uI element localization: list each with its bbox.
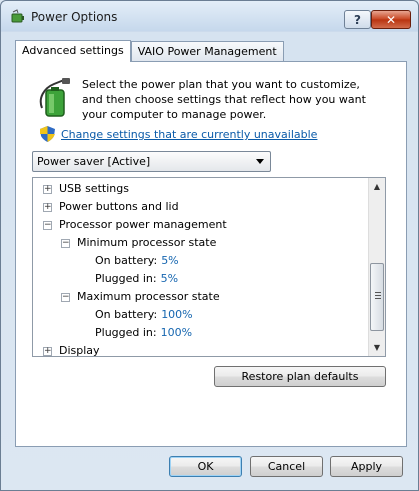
setting-value[interactable]: 5% — [161, 254, 178, 267]
tree-item-max-plugged-in[interactable]: Plugged in: 100% — [95, 324, 192, 342]
grip-icon — [375, 292, 381, 293]
change-settings-link[interactable]: Change settings that are currently unava… — [61, 128, 317, 141]
scroll-up-arrow-icon[interactable]: ▲ — [369, 178, 385, 195]
title-bar[interactable]: Power Options ? ✕ — [1, 1, 418, 31]
tree-item-label: Power buttons and lid — [59, 200, 179, 213]
advanced-settings-panel: Select the power plan that you want to c… — [15, 61, 407, 447]
tree-item-label: Maximum processor state — [77, 290, 220, 303]
tree-item-label: Display — [59, 344, 100, 357]
tree-item-label: Processor power management — [59, 218, 227, 231]
power-options-window: Power Options ? ✕ Advanced settings VAIO… — [0, 0, 419, 491]
tree-item-label: Minimum processor state — [77, 236, 217, 249]
power-options-icon — [11, 9, 24, 23]
collapse-icon[interactable]: − — [61, 239, 70, 248]
tree-item-min-plugged-in[interactable]: Plugged in: 5% — [95, 270, 178, 288]
battery-plug-icon — [39, 78, 70, 117]
tab-strip: Advanced settings VAIO Power Management — [15, 40, 284, 62]
tree-item-max-on-battery[interactable]: On battery: 100% — [95, 306, 193, 324]
setting-value[interactable]: 5% — [161, 272, 178, 285]
help-button[interactable]: ? — [344, 10, 371, 29]
tree-item-min-on-battery[interactable]: On battery: 5% — [95, 252, 179, 270]
chevron-down-icon — [256, 159, 264, 164]
close-button[interactable]: ✕ — [371, 10, 411, 29]
tab-advanced-settings[interactable]: Advanced settings — [15, 40, 131, 62]
cancel-button[interactable]: Cancel — [250, 456, 323, 477]
uac-shield-icon — [40, 126, 55, 142]
setting-label: Plugged in: — [95, 272, 157, 285]
expand-icon[interactable]: + — [43, 185, 52, 194]
setting-label: On battery: — [95, 254, 158, 267]
collapse-icon[interactable]: − — [43, 221, 52, 230]
setting-label: On battery: — [95, 308, 158, 321]
settings-tree[interactable]: + USB settings + Power buttons and lid −… — [32, 177, 386, 357]
vertical-scrollbar[interactable]: ▲ ▼ — [368, 178, 385, 356]
tab-vaio-power-management[interactable]: VAIO Power Management — [130, 41, 284, 62]
expand-icon[interactable]: + — [43, 203, 52, 212]
collapse-icon[interactable]: − — [61, 293, 70, 302]
apply-button[interactable]: Apply — [330, 456, 403, 477]
expand-icon[interactable]: + — [43, 347, 52, 356]
setting-value[interactable]: 100% — [161, 308, 192, 321]
setting-value[interactable]: 100% — [161, 326, 192, 339]
tree-item-label: USB settings — [59, 182, 129, 195]
scroll-down-arrow-icon[interactable]: ▼ — [369, 339, 385, 356]
window-title: Power Options — [31, 10, 118, 24]
ok-button[interactable]: OK — [169, 456, 242, 477]
setting-label: Plugged in: — [95, 326, 157, 339]
power-plan-selected-value: Power saver [Active] — [37, 155, 151, 168]
restore-plan-defaults-button[interactable]: Restore plan defaults — [214, 366, 386, 387]
power-plan-dropdown[interactable]: Power saver [Active] — [32, 151, 271, 172]
intro-text: Select the power plan that you want to c… — [82, 78, 366, 121]
scrollbar-thumb[interactable] — [370, 263, 384, 331]
